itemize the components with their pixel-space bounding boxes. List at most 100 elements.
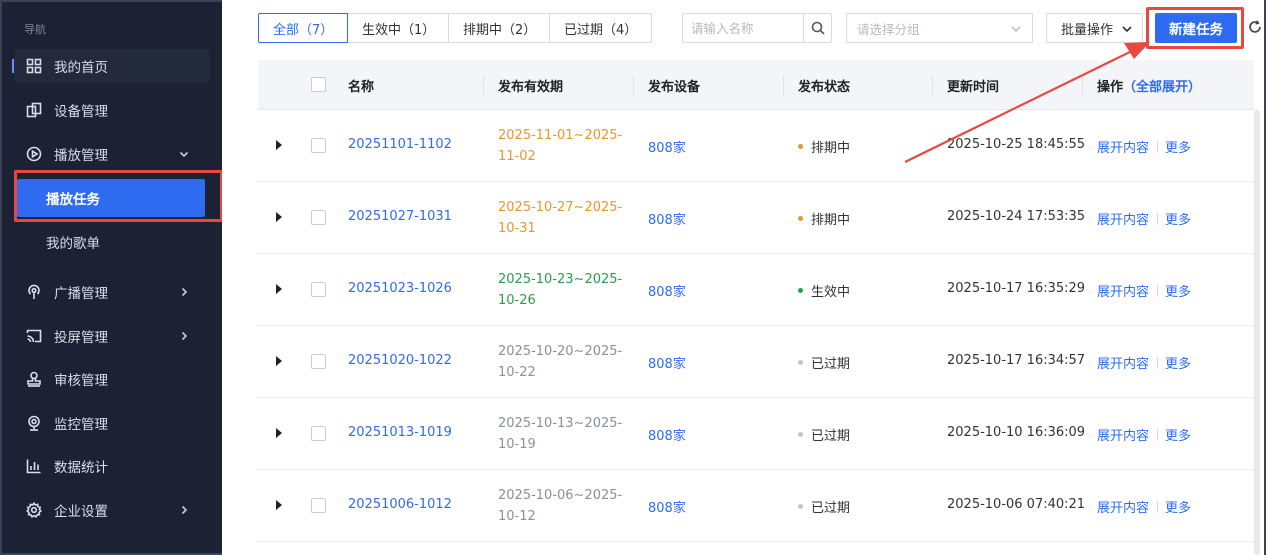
sidebar-item-playback[interactable]: 播放管理	[14, 137, 210, 171]
device-link[interactable]: 808家	[648, 353, 686, 372]
more-link[interactable]: 更多	[1165, 209, 1191, 228]
valid-period: 2025-10-13~2025- 10-19	[498, 413, 623, 455]
status-text: 排期中	[811, 213, 851, 228]
expand-row-icon[interactable]	[276, 500, 282, 510]
tab-scheduled[interactable]: 排期中（2）	[449, 13, 550, 43]
vertical-scrollbar[interactable]	[1254, 110, 1260, 555]
search-box	[682, 13, 832, 43]
more-link[interactable]: 更多	[1165, 353, 1191, 372]
valid-period-line1: 2025-10-23~2025-	[498, 272, 623, 287]
more-link[interactable]: 更多	[1165, 281, 1191, 300]
sidebar-item-label: 设备管理	[54, 104, 108, 120]
status-tabs: 全部（7） 生效中（1） 排期中（2） 已过期（4）	[258, 13, 652, 43]
device-link[interactable]: 808家	[648, 137, 686, 156]
task-name-link[interactable]: 20251027-1031	[348, 209, 452, 224]
expand-row-icon[interactable]	[276, 212, 282, 222]
updated-time: 2025-10-10 16:36:09	[947, 425, 1086, 440]
valid-period-line1: 2025-10-20~2025-	[498, 344, 623, 359]
tab-expired[interactable]: 已过期（4）	[550, 13, 652, 43]
search-button[interactable]	[803, 14, 831, 42]
grid-icon	[26, 58, 42, 74]
more-link[interactable]: 更多	[1165, 137, 1191, 156]
table-row: 20251023-1026 2025-10-23~2025- 10-26 808…	[258, 254, 1254, 326]
task-name-link[interactable]: 20251101-1102	[348, 137, 452, 152]
sidebar-item-settings[interactable]: 企业设置	[14, 493, 210, 527]
row-checkbox[interactable]	[311, 426, 326, 441]
valid-period-line2: 10-12	[498, 509, 536, 524]
expand-content-link[interactable]: 展开内容	[1097, 281, 1149, 300]
sidebar-item-devices[interactable]: 设备管理	[14, 93, 210, 127]
device-icon	[26, 102, 42, 118]
sidebar: 导航 我的首页 设备管理 播放管理 播放任务 我的歌单 广播管理 投屏管理 审核…	[0, 0, 223, 555]
select-all-checkbox[interactable]	[311, 77, 326, 92]
sidebar-item-broadcast[interactable]: 广播管理	[14, 275, 210, 309]
sidebar-item-my-playlist[interactable]: 我的歌单	[14, 225, 210, 259]
row-checkbox[interactable]	[311, 282, 326, 297]
row-checkbox[interactable]	[311, 210, 326, 225]
valid-period: 2025-10-20~2025- 10-22	[498, 341, 623, 383]
new-task-button[interactable]: 新建任务	[1155, 13, 1237, 43]
header-actions-label: 操作	[1097, 80, 1124, 95]
expand-content-link[interactable]: 展开内容	[1097, 497, 1149, 516]
column-divider	[633, 75, 634, 95]
valid-period-line2: 10-31	[498, 221, 536, 236]
status-dot	[798, 360, 803, 365]
valid-period-line2: 10-26	[498, 293, 536, 308]
group-select[interactable]: 请选择分组	[846, 13, 1033, 43]
search-input[interactable]	[683, 14, 803, 42]
sidebar-item-monitor[interactable]: 监控管理	[14, 406, 210, 440]
tab-all[interactable]: 全部（7）	[258, 13, 348, 43]
more-link[interactable]: 更多	[1165, 497, 1191, 516]
updated-time: 2025-10-17 16:35:29	[947, 281, 1086, 296]
sidebar-item-statistics[interactable]: 数据统计	[14, 449, 210, 483]
status-badge: 排期中	[798, 209, 850, 228]
camera-icon	[26, 415, 42, 431]
expand-content-link[interactable]: 展开内容	[1097, 353, 1149, 372]
sidebar-item-cast[interactable]: 投屏管理	[14, 319, 210, 353]
refresh-icon[interactable]	[1248, 20, 1262, 34]
expand-row-icon[interactable]	[276, 284, 282, 294]
expand-content-link[interactable]: 展开内容	[1097, 425, 1149, 444]
expand-content-link[interactable]: 展开内容	[1097, 137, 1149, 156]
chevron-right-icon	[178, 504, 190, 516]
column-divider	[483, 75, 484, 95]
task-name-link[interactable]: 20251023-1026	[348, 281, 452, 296]
row-checkbox[interactable]	[311, 354, 326, 369]
device-link[interactable]: 808家	[648, 209, 686, 228]
device-link[interactable]: 808家	[648, 497, 686, 516]
gear-icon	[26, 502, 42, 518]
updated-time: 2025-10-06 07:40:21	[947, 497, 1086, 512]
sidebar-item-label: 播放管理	[54, 148, 108, 164]
sidebar-item-play-tasks[interactable]: 播放任务	[17, 179, 205, 217]
sidebar-item-review[interactable]: 审核管理	[14, 362, 210, 396]
expand-row-icon[interactable]	[276, 428, 282, 438]
valid-period-line1: 2025-11-01~2025-	[498, 128, 623, 143]
more-link[interactable]: 更多	[1165, 425, 1191, 444]
status-badge: 已过期	[798, 425, 850, 444]
action-divider	[1157, 501, 1158, 513]
task-name-link[interactable]: 20251006-1012	[348, 497, 452, 512]
task-name-link[interactable]: 20251013-1019	[348, 425, 452, 440]
valid-period-line2: 11-02	[498, 149, 536, 164]
sidebar-item-label: 企业设置	[54, 504, 108, 520]
expand-row-icon[interactable]	[276, 356, 282, 366]
task-name-link[interactable]: 20251020-1022	[348, 353, 452, 368]
bar-chart-icon	[26, 458, 42, 474]
sidebar-item-label: 投屏管理	[54, 330, 108, 346]
batch-operations-button[interactable]: 批量操作	[1046, 13, 1143, 43]
sidebar-item-label: 数据统计	[54, 460, 108, 476]
column-divider	[783, 75, 784, 95]
tab-active[interactable]: 生效中（1）	[348, 13, 449, 43]
expand-row-icon[interactable]	[276, 140, 282, 150]
chevron-down-icon	[1010, 23, 1022, 35]
header-actions: 操作 （全部展开）	[1097, 76, 1201, 95]
row-checkbox[interactable]	[311, 138, 326, 153]
device-link[interactable]: 808家	[648, 281, 686, 300]
sidebar-item-label: 审核管理	[54, 373, 108, 389]
device-link[interactable]: 808家	[648, 425, 686, 444]
status-dot	[798, 432, 803, 437]
expand-all-link[interactable]: （全部展开）	[1123, 76, 1201, 95]
expand-content-link[interactable]: 展开内容	[1097, 209, 1149, 228]
row-checkbox[interactable]	[311, 498, 326, 513]
sidebar-item-home[interactable]: 我的首页	[14, 49, 210, 83]
